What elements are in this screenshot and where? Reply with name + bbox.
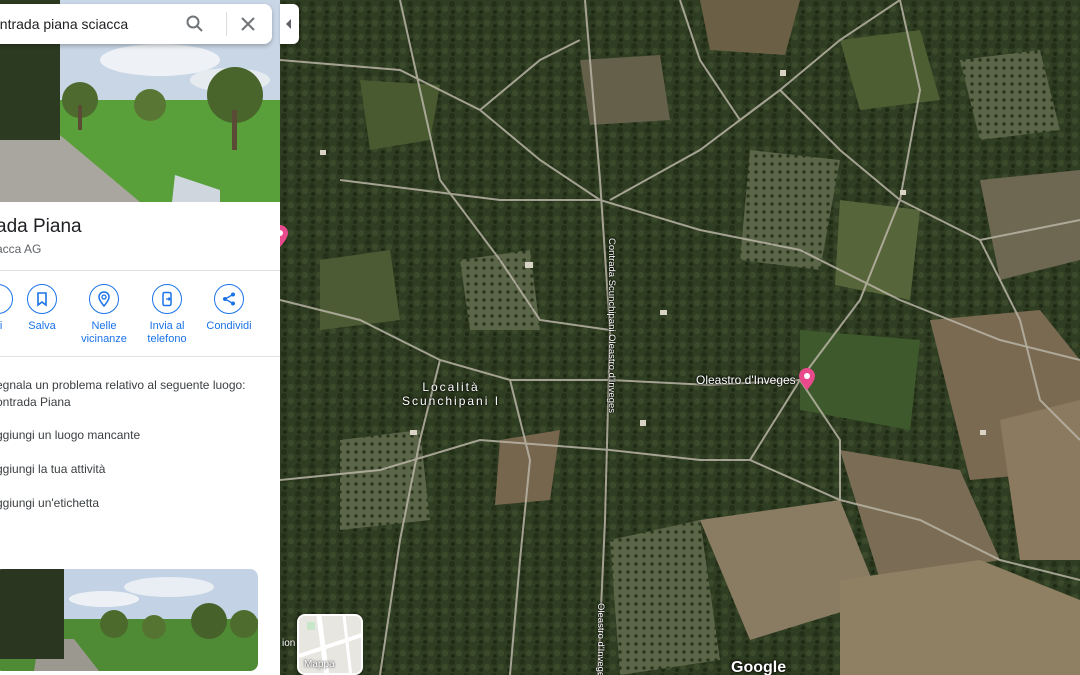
map-toggle-label: Mappa <box>304 659 335 670</box>
bookmark-icon <box>27 284 57 314</box>
save-button[interactable]: Salva <box>10 284 74 333</box>
search-icon[interactable] <box>185 14 205 34</box>
search-input[interactable]: ontrada piana sciacca <box>0 16 128 32</box>
nearby-icon <box>89 284 119 314</box>
share-icon <box>214 284 244 314</box>
search-divider <box>226 12 227 36</box>
road-label-scunchipani: Contrada Scunchipani Oleastro d'Inveges <box>606 238 617 414</box>
add-label-link[interactable]: ggiungi un'etichetta <box>0 495 99 512</box>
report-line-2: ontrada Piana <box>0 395 71 409</box>
place-panel: ontrada piana sciacca ada Piana acca AG … <box>0 0 280 675</box>
send-to-phone-button[interactable]: Invia al telefono <box>135 284 199 346</box>
place-photo-image <box>0 569 258 671</box>
add-business-link[interactable]: ggiungi la tua attività <box>0 461 105 478</box>
poi-label-oleastro[interactable]: Oleastro d'Inveges <box>696 373 796 387</box>
divider <box>0 356 280 357</box>
locality-line-2: Scunchipani I <box>402 394 501 408</box>
report-problem-link[interactable]: egnala un problema relativo al seguente … <box>0 377 246 411</box>
nearby-button[interactable]: Nelle vicinanze <box>72 284 136 346</box>
nearby-label: Nelle vicinanze <box>81 320 127 345</box>
search-box[interactable]: ontrada piana sciacca <box>0 4 272 44</box>
report-line-1: egnala un problema relativo al seguente … <box>0 378 246 392</box>
add-missing-place-link[interactable]: ggiungi un luogo mancante <box>0 427 140 444</box>
locality-label: Località Scunchipani I <box>402 380 500 408</box>
place-photo[interactable] <box>0 569 258 671</box>
map-layer-toggle[interactable]: Mappa <box>297 614 363 675</box>
road-label-oleastro: Oleastro d'Inveges <box>595 603 606 675</box>
map-pin-partial-icon[interactable] <box>280 225 288 247</box>
share-button[interactable]: Condividi <box>197 284 261 333</box>
chevron-left-icon <box>286 19 291 29</box>
share-label: Condividi <box>206 320 252 332</box>
place-title: ada Piana <box>0 216 82 237</box>
collapse-panel-button[interactable] <box>280 4 299 44</box>
send-to-phone-label: Invia al telefono <box>147 320 187 345</box>
satellite-map[interactable]: Località Scunchipani I Contrada Scunchip… <box>280 0 1080 675</box>
place-subtitle: acca AG <box>0 242 42 256</box>
locality-line-1: Località <box>422 380 480 394</box>
send-to-phone-icon <box>152 284 182 314</box>
map-pin-icon[interactable] <box>799 368 815 390</box>
save-label: Salva <box>28 320 56 332</box>
google-logo: Google <box>731 659 787 675</box>
divider <box>0 270 280 271</box>
close-icon[interactable] <box>239 15 257 33</box>
layer-partial-label: ion <box>282 638 296 649</box>
satellite-imagery <box>280 0 1080 675</box>
